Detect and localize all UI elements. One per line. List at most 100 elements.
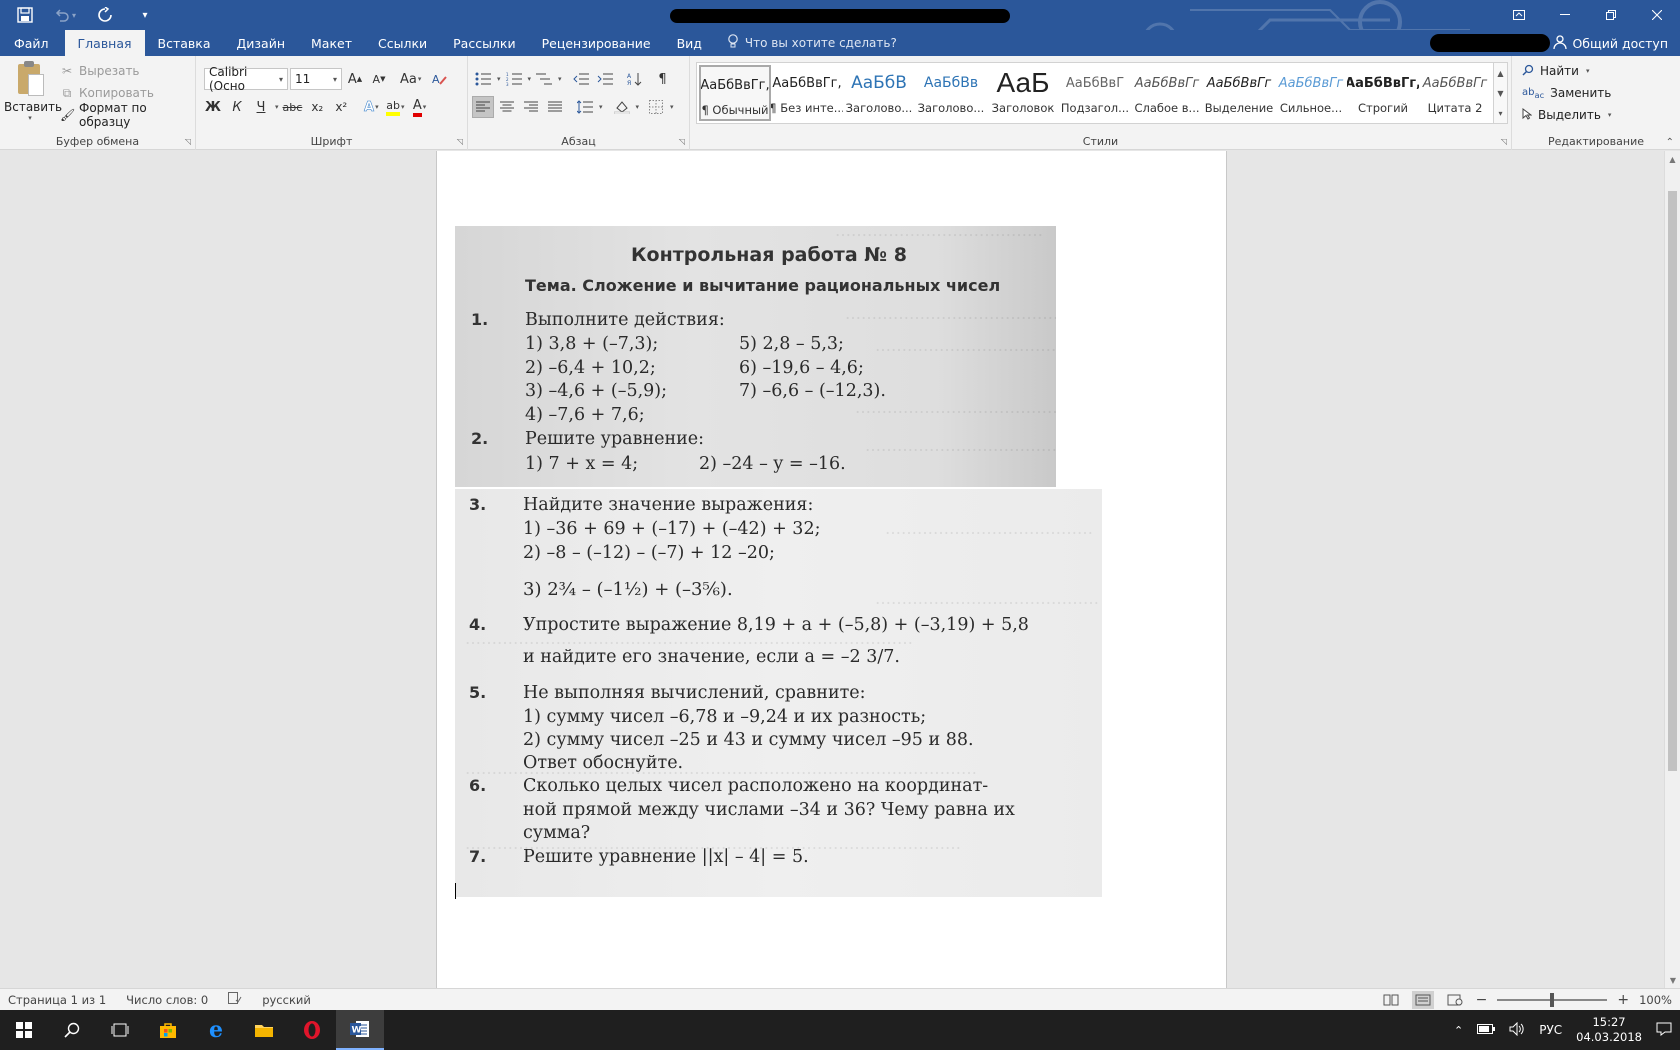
input-language[interactable]: РУС: [1539, 1023, 1562, 1037]
tab-file[interactable]: Файл: [0, 30, 65, 56]
task-view-icon[interactable]: [96, 1010, 144, 1050]
tell-me-box[interactable]: Что вы хотите сделать?: [715, 30, 897, 56]
scanned-image-part-2[interactable]: ………………………………… …………………………………… ………………………………: [455, 489, 1102, 897]
save-icon[interactable]: [14, 4, 36, 26]
undo-icon[interactable]: ▾: [54, 4, 76, 26]
style-subtle-emphasis[interactable]: АаБбВвГг Слабое в...: [1131, 65, 1203, 121]
tab-insert[interactable]: Вставка: [145, 30, 224, 56]
more-icon[interactable]: ▾: [1498, 109, 1502, 118]
font-size-select[interactable]: 11 ▾: [290, 68, 342, 90]
customize-qat-icon[interactable]: ▾: [134, 4, 156, 26]
word-app-icon[interactable]: W: [336, 1010, 384, 1050]
styles-scroll[interactable]: ▲ ▼ ▾: [1494, 62, 1508, 124]
style-title[interactable]: АаБ Заголовок: [987, 65, 1059, 121]
battery-icon[interactable]: [1477, 1023, 1496, 1037]
strikethrough-button[interactable]: abc: [281, 96, 305, 118]
search-icon[interactable]: [48, 1010, 96, 1050]
clock[interactable]: 15:27 04.03.2018: [1576, 1015, 1642, 1045]
proofing-icon[interactable]: [228, 992, 242, 1007]
web-layout-icon[interactable]: [1444, 991, 1466, 1009]
change-case-button[interactable]: Aa ▾: [398, 68, 423, 90]
replace-button[interactable]: abac Заменить: [1522, 82, 1611, 104]
numbering-icon[interactable]: 123: [503, 68, 525, 90]
page-count[interactable]: Страница 1 из 1: [8, 993, 106, 1007]
scanned-image-part-1[interactable]: ………………………………… …………………………………… ………………………………: [455, 226, 1056, 487]
print-layout-icon[interactable]: [1411, 991, 1434, 1009]
ribbon-display-icon[interactable]: [1496, 0, 1542, 30]
zoom-slider[interactable]: [1497, 993, 1608, 1007]
close-icon[interactable]: [1634, 0, 1680, 30]
volume-icon[interactable]: [1509, 1021, 1525, 1039]
document-page[interactable]: ………………………………… …………………………………… ………………………………: [436, 151, 1227, 988]
increase-indent-icon[interactable]: [594, 68, 616, 90]
tab-references[interactable]: Ссылки: [365, 30, 440, 56]
notifications-icon[interactable]: [1656, 1022, 1672, 1039]
read-mode-icon[interactable]: [1380, 991, 1402, 1009]
clear-formatting-icon[interactable]: A: [429, 68, 451, 90]
numbering-dropdown-icon[interactable]: ▾: [528, 75, 532, 83]
line-spacing-icon[interactable]: [574, 96, 596, 118]
collapse-ribbon-icon[interactable]: ⌃: [1666, 137, 1674, 148]
scroll-down-icon[interactable]: ▼: [1665, 972, 1680, 988]
justify-icon[interactable]: [544, 96, 566, 118]
sort-icon[interactable]: AЯ: [624, 68, 646, 90]
font-family-select[interactable]: Calibri (Осно ▾: [204, 65, 288, 93]
subscript-button[interactable]: x₂: [306, 96, 328, 118]
store-icon[interactable]: [144, 1010, 192, 1050]
tab-layout[interactable]: Макет: [298, 30, 365, 56]
shading-dropdown-icon[interactable]: ▾: [636, 103, 640, 111]
style-quote[interactable]: АаБбВвГг Цитата 2: [1419, 65, 1491, 121]
zoom-slider-thumb[interactable]: [1550, 993, 1555, 1007]
align-left-icon[interactable]: [472, 96, 494, 118]
superscript-button[interactable]: x²: [330, 96, 352, 118]
multilevel-dropdown-icon[interactable]: ▾: [558, 75, 562, 83]
windows-start-icon[interactable]: [0, 1010, 48, 1050]
align-center-icon[interactable]: [496, 96, 518, 118]
grow-font-button[interactable]: A ▲: [344, 68, 366, 90]
format-painter-button[interactable]: 🖌 Формат по образцу: [60, 101, 195, 129]
undo-dropdown-icon[interactable]: ▾: [72, 11, 76, 20]
highlight-button[interactable]: ab ▾: [384, 96, 406, 118]
decrease-indent-icon[interactable]: [570, 68, 592, 90]
italic-button[interactable]: К: [226, 96, 248, 118]
dialog-launcher-icon[interactable]: ◹: [457, 137, 463, 146]
borders-icon[interactable]: [645, 96, 667, 118]
redo-icon[interactable]: [94, 4, 116, 26]
bold-button[interactable]: Ж: [202, 96, 224, 118]
zoom-level[interactable]: 100%: [1639, 993, 1672, 1007]
underline-dropdown-icon[interactable]: ▾: [275, 103, 279, 111]
zoom-out-icon[interactable]: −: [1476, 992, 1488, 1008]
font-color-button[interactable]: A ▾: [409, 96, 431, 118]
word-count[interactable]: Число слов: 0: [126, 993, 208, 1007]
style-subtitle[interactable]: АаБбВвГ Подзагол...: [1059, 65, 1131, 121]
style-heading-1[interactable]: АаБбВ Заголово...: [843, 65, 915, 121]
cut-button[interactable]: ✂ Вырезать: [60, 60, 195, 82]
style-strong[interactable]: АаБбВвГг, Строгий: [1347, 65, 1419, 121]
find-button[interactable]: Найти ▾: [1522, 60, 1611, 82]
vertical-scrollbar[interactable]: ▲ ▼: [1664, 151, 1680, 988]
scroll-up-icon[interactable]: ▲: [1665, 151, 1680, 167]
style-no-spacing[interactable]: АаБбВвГг, ¶ Без инте...: [771, 65, 843, 121]
chevron-up-icon[interactable]: ⌃: [1454, 1024, 1463, 1037]
dialog-launcher-icon[interactable]: ◹: [679, 137, 685, 146]
paste-button[interactable]: Вставить ▾: [4, 60, 62, 122]
line-spacing-dropdown-icon[interactable]: ▾: [599, 103, 603, 111]
style-normal[interactable]: АаБбВвГг, ¶ Обычный: [699, 65, 771, 121]
borders-dropdown-icon[interactable]: ▾: [670, 103, 674, 111]
select-button[interactable]: Выделить ▾: [1522, 104, 1611, 126]
show-marks-icon[interactable]: ¶: [652, 68, 674, 90]
text-effects-button[interactable]: A ▾: [360, 96, 382, 118]
chevron-up-icon[interactable]: ▲: [1497, 69, 1503, 78]
dialog-launcher-icon[interactable]: ◹: [185, 137, 191, 146]
underline-button[interactable]: Ч: [250, 96, 272, 118]
bullets-icon[interactable]: [472, 68, 494, 90]
language-status[interactable]: русский: [262, 993, 311, 1007]
align-right-icon[interactable]: [520, 96, 542, 118]
multilevel-list-icon[interactable]: [533, 68, 555, 90]
tab-mailings[interactable]: Рассылки: [440, 30, 528, 56]
tab-home[interactable]: Главная: [64, 30, 145, 56]
bullets-dropdown-icon[interactable]: ▾: [497, 75, 501, 83]
share-button[interactable]: Общий доступ: [1553, 30, 1668, 56]
dialog-launcher-icon[interactable]: ◹: [1501, 137, 1507, 146]
restore-icon[interactable]: [1588, 0, 1634, 30]
